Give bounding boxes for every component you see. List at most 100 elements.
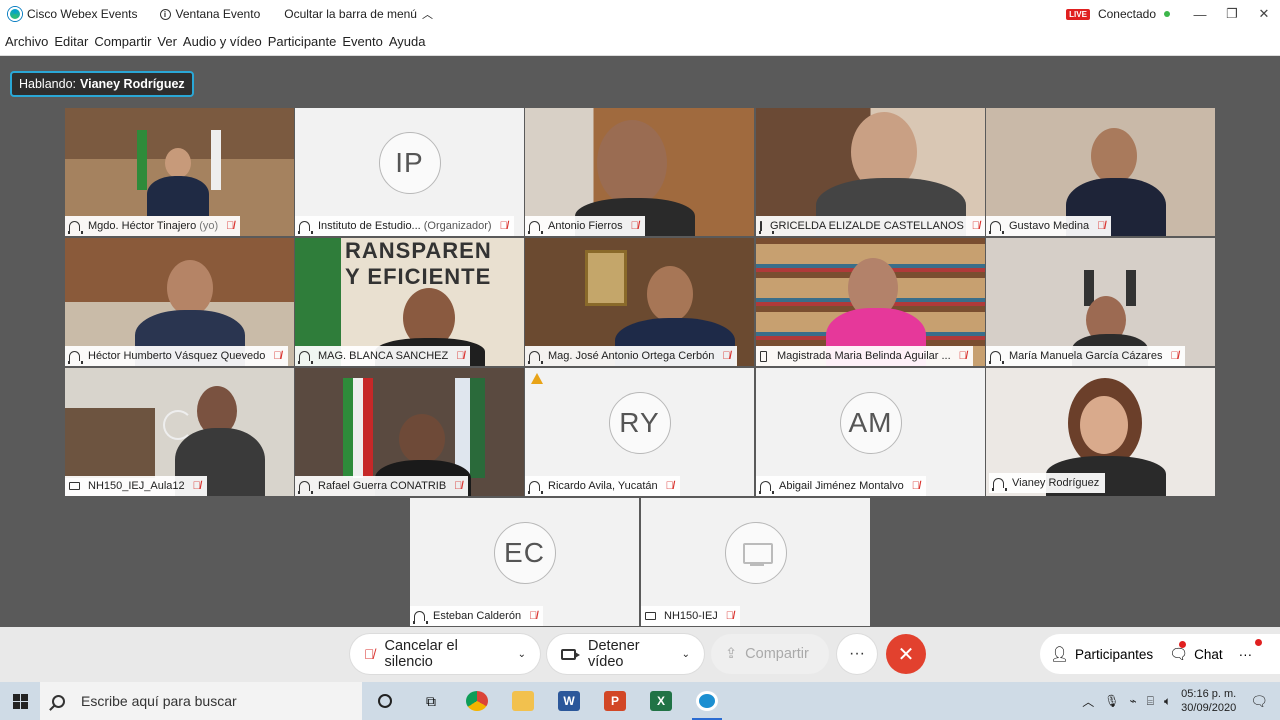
notification-dot	[1254, 638, 1262, 646]
headset-icon	[759, 221, 774, 234]
headset-icon	[759, 481, 774, 494]
avatar-tile[interactable]: EC Esteban Calderón 🎙̸	[410, 498, 639, 626]
video-tile-active-speaker[interactable]: Vianey Rodríguez	[986, 368, 1215, 496]
muted-mic-icon: 🎙̸	[1170, 350, 1179, 362]
chevron-up-icon[interactable]: ︿	[1082, 693, 1094, 710]
network-icon[interactable]: ⌸	[1147, 694, 1154, 709]
powerpoint-app[interactable]: P	[592, 682, 638, 720]
file-explorer-app[interactable]	[500, 682, 546, 720]
tile-nameplate: NH150_IEJ_Aula12 🎙̸	[65, 476, 207, 496]
hide-menu-button[interactable]: Ocultar la barra de menú ︿	[284, 6, 433, 22]
menu-compartir[interactable]: Compartir	[94, 34, 151, 49]
video-tile[interactable]: Mgdo. Héctor Tinajero (yo) 🎙̸	[65, 108, 294, 236]
close-window-button[interactable]: ✕	[1248, 6, 1280, 22]
connection-dot-icon	[1164, 11, 1170, 17]
restore-button[interactable]: ❐	[1216, 6, 1248, 22]
menu-ver[interactable]: Ver	[157, 34, 177, 49]
muted-mic-icon: 🎙̸	[499, 220, 508, 232]
event-window-button[interactable]: i Ventana Evento	[159, 7, 260, 21]
participant-name: Vianey Rodríguez	[1012, 477, 1100, 489]
headset-icon	[989, 221, 1004, 234]
webex-logo-icon	[8, 7, 22, 21]
organizer-suffix: (Organizador)	[423, 220, 492, 232]
muted-mic-icon: 🎙̸	[456, 350, 465, 362]
muted-mic-icon: 🎙̸	[364, 646, 375, 662]
video-tile[interactable]: Héctor Humberto Vásquez Quevedo 🎙̸	[65, 238, 294, 366]
participant-name: GRICELDA ELIZALDE CASTELLANOS	[770, 220, 964, 232]
connection-status: Conectado	[1097, 7, 1156, 21]
participants-button[interactable]: 👤︎ Participantes	[1050, 645, 1153, 663]
stop-video-button[interactable]: Detener vídeo ⌄	[547, 634, 704, 674]
menu-ayuda[interactable]: Ayuda	[389, 34, 426, 49]
chat-button[interactable]: 🗨︎ Chat	[1169, 641, 1223, 663]
menu-archivo[interactable]: Archivo	[5, 34, 48, 49]
camera-icon	[561, 648, 581, 660]
chevron-down-icon[interactable]: ⌄	[518, 649, 526, 660]
more-panels-button[interactable]: ···	[1238, 638, 1262, 662]
excel-app[interactable]: X	[638, 682, 684, 720]
room-device-icon	[645, 612, 656, 620]
menu-audio-video[interactable]: Audio y vídeo	[183, 34, 262, 49]
video-tile[interactable]: Mag. José Antonio Ortega Cerbón 🎙̸	[525, 238, 754, 366]
menu-participante[interactable]: Participante	[268, 34, 337, 49]
video-tile[interactable]: NH150_IEJ_Aula12 🎙̸	[65, 368, 294, 496]
video-tile[interactable]: Gustavo Medina 🎙̸	[986, 108, 1215, 236]
microphone-icon[interactable]: 🎙︎	[1104, 694, 1119, 708]
headset-icon	[528, 221, 543, 234]
webex-app[interactable]	[684, 682, 730, 720]
folder-icon	[512, 691, 534, 711]
active-speaker-badge: Hablando: Vianey Rodríguez	[10, 71, 194, 97]
headset-icon	[989, 351, 1004, 364]
participant-name: Rafael Guerra CONATRIB	[318, 480, 447, 492]
menu-evento[interactable]: Evento	[342, 34, 382, 49]
video-tile[interactable]: RANSPAREN Y EFICIENTE MAG. BLANCA SANCHEZ…	[295, 238, 524, 366]
taskbar-search[interactable]: Escribe aquí para buscar	[40, 682, 362, 720]
phone-icon	[760, 350, 767, 362]
chrome-app[interactable]	[454, 682, 500, 720]
video-tile[interactable]: Magistrada Maria Belinda Aguilar ... 🎙̸	[756, 238, 985, 366]
avatar-tile[interactable]: IP Instituto de Estudio... (Organizador) 🎙…	[295, 108, 524, 236]
headset-icon	[992, 478, 1007, 491]
muted-mic-icon: 🎙̸	[958, 350, 967, 362]
share-button[interactable]: ⇪ Compartir	[711, 634, 829, 674]
chevron-down-icon[interactable]: ⌄	[682, 649, 690, 660]
video-tile[interactable]: GRICELDA ELIZALDE CASTELLANOS 🎙̸	[756, 108, 985, 236]
notifications-icon[interactable]: 🗨︎	[1250, 693, 1268, 710]
headset-icon	[298, 221, 313, 234]
video-tile[interactable]: María Manuela García Cázares 🎙̸	[986, 238, 1215, 366]
loading-spinner-icon	[163, 410, 193, 440]
participant-name: MAG. BLANCA SANCHEZ	[318, 350, 449, 362]
chevron-up-icon: ︿	[421, 9, 433, 21]
headset-icon	[68, 351, 83, 364]
headset-icon	[528, 351, 543, 364]
avatar-tile[interactable]: AM Abigail Jiménez Montalvo 🎙̸	[756, 368, 985, 496]
warning-icon	[531, 373, 543, 384]
start-button[interactable]	[0, 682, 40, 720]
unmute-button[interactable]: 🎙̸ Cancelar el silencio ⌄	[350, 634, 540, 674]
cortana-button[interactable]	[362, 682, 408, 720]
video-tile[interactable]: Rafael Guerra CONATRIB 🎙̸	[295, 368, 524, 496]
tile-nameplate: Instituto de Estudio... (Organizador) 🎙̸	[295, 216, 514, 236]
menu-editar[interactable]: Editar	[54, 34, 88, 49]
speaking-name: Vianey Rodríguez	[80, 77, 185, 91]
task-view-button[interactable]: ⧉	[408, 682, 454, 720]
avatar-tile[interactable]: RY Ricardo Avila, Yucatán 🎙̸	[525, 368, 754, 496]
more-icon: ···	[849, 645, 865, 662]
meeting-controls: 🎙̸ Cancelar el silencio ⌄ Detener vídeo …	[0, 627, 1280, 682]
hide-menu-label: Ocultar la barra de menú	[284, 7, 417, 21]
clock[interactable]: 05:16 p. m. 30/09/2020	[1181, 687, 1236, 715]
close-icon: ✕	[897, 643, 915, 666]
power-icon[interactable]: ⌁	[1130, 694, 1137, 708]
more-icon: ···	[1238, 646, 1253, 662]
volume-icon[interactable]: 🔈︎	[1164, 694, 1171, 709]
video-tile[interactable]: Antonio Fierros 🎙̸	[525, 108, 754, 236]
speaking-prefix: Hablando:	[19, 77, 76, 91]
muted-mic-icon: 🎙̸	[630, 220, 639, 232]
end-call-button[interactable]: ✕	[886, 634, 926, 674]
app-title: Cisco Webex Events	[27, 7, 138, 21]
screen-share-tile[interactable]: NH150-IEJ 🎙̸	[641, 498, 870, 626]
more-options-button[interactable]: ···	[837, 634, 877, 674]
word-app[interactable]: W	[546, 682, 592, 720]
minimize-button[interactable]: —	[1184, 7, 1216, 22]
muted-mic-icon: 🎙̸	[1097, 220, 1106, 232]
